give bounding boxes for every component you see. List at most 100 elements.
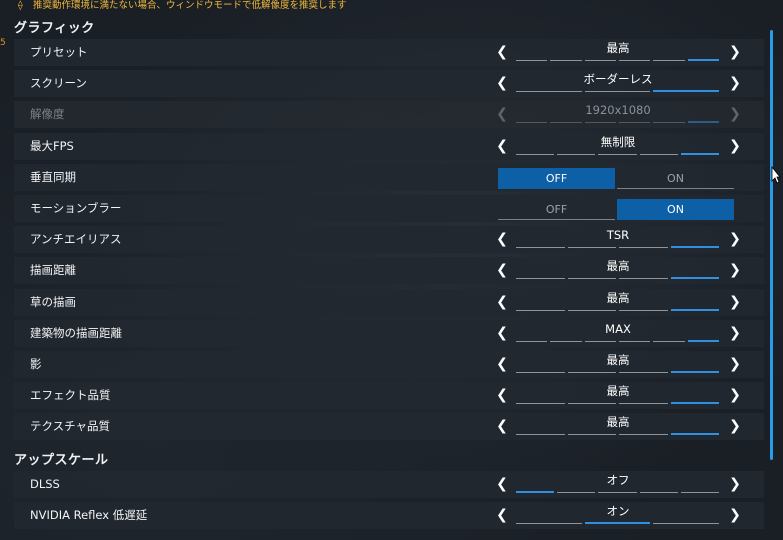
chevron-right-icon[interactable]: ❯: [725, 320, 745, 347]
level-segment: [619, 278, 668, 280]
edge-mark: 5: [0, 38, 6, 48]
setting-row[interactable]: DLSS ❮ オフ ❯: [14, 470, 764, 498]
level-segment: [516, 522, 582, 524]
setting-row[interactable]: アンチエイリアス ❮ TSR ❯: [14, 226, 764, 254]
level-segment: [550, 60, 582, 61]
setting-label: NVIDIA Reflex 低遅延: [30, 507, 148, 522]
level-indicator: [516, 490, 720, 493]
chevron-right-icon[interactable]: ❯: [725, 39, 745, 66]
setting-row: 解像度 ❮ 1920x1080 ❯: [14, 101, 764, 129]
chevron-left-icon[interactable]: ❮: [492, 502, 512, 529]
setting-label: テクスチャ品質: [30, 419, 111, 434]
level-segment: [653, 122, 685, 124]
setting-label: プリセット: [30, 45, 88, 59]
level-segment: [516, 403, 565, 405]
setting-row[interactable]: 草の描画 ❮ 最高 ❯: [14, 288, 764, 316]
level-segment: [567, 372, 616, 373]
level-segment: [567, 434, 616, 436]
level-segment: [516, 490, 555, 493]
setting-row[interactable]: モーションブラー OFF ON: [14, 195, 764, 222]
level-indicator: [516, 339, 719, 342]
chevron-left-icon[interactable]: ❮: [492, 382, 512, 409]
setting-value: オン: [606, 503, 630, 518]
chevron-right-icon[interactable]: ❯: [725, 70, 745, 97]
setting-label: 描画距離: [30, 263, 76, 278]
toggle-off-button[interactable]: OFF: [498, 167, 615, 189]
chevron-right-icon[interactable]: ❯: [725, 382, 745, 409]
chevron-right-icon[interactable]: ❯: [725, 133, 745, 160]
setting-value: 1920x1080: [585, 103, 651, 118]
level-segment: [670, 371, 719, 373]
level-segment: [653, 522, 720, 524]
recommendation-warning: ⟠ 推奨動作環境に満たない場合、ウィンドウモードで低解像度を推奨します: [18, 0, 347, 12]
chevron-left-icon[interactable]: ❮: [492, 257, 512, 284]
level-indicator: [516, 371, 719, 373]
level-segment: [618, 122, 651, 124]
scrollbar[interactable]: [770, 30, 773, 460]
level-segment: [557, 491, 596, 493]
chevron-left-icon[interactable]: ❮: [492, 133, 512, 160]
chevron-right-icon[interactable]: ❯: [725, 289, 745, 316]
level-segment: [598, 491, 637, 493]
setting-row[interactable]: 影 ❮ 最高 ❯: [14, 351, 764, 378]
setting-row[interactable]: エフェクト品質 ❮ 最高 ❯: [14, 382, 764, 410]
setting-label: 影: [30, 357, 42, 371]
setting-row[interactable]: スクリーン ❮ ボーダーレス ❯: [14, 70, 764, 98]
setting-row[interactable]: 最大FPS ❮ 無制限 ❯: [14, 132, 764, 160]
setting-row[interactable]: 垂直同期 OFF ON: [14, 163, 764, 191]
chevron-right-icon[interactable]: ❯: [725, 351, 745, 378]
chevron-right-icon[interactable]: ❯: [725, 257, 745, 284]
setting-value: MAX: [605, 321, 631, 336]
chevron-left-icon[interactable]: ❮: [492, 320, 512, 347]
chevron-right-icon[interactable]: ❯: [725, 226, 745, 253]
level-segment: [639, 491, 678, 493]
setting-row[interactable]: 描画距離 ❮ 最高 ❯: [14, 257, 764, 285]
chevron-left-icon[interactable]: ❮: [492, 351, 512, 378]
level-segment: [687, 121, 719, 124]
level-segment: [618, 60, 651, 61]
level-segment: [670, 308, 719, 311]
setting-row[interactable]: 建築物の描画距離 ❮ MAX ❯: [14, 319, 764, 347]
level-segment: [550, 122, 582, 124]
toggle-on-button[interactable]: ON: [617, 199, 734, 220]
level-segment: [567, 403, 616, 405]
level-segment: [619, 309, 668, 311]
level-indicator: [516, 246, 719, 249]
chevron-left-icon[interactable]: ❮: [492, 226, 512, 253]
setting-row[interactable]: プリセット ❮ 最高 ❯: [14, 39, 764, 66]
chevron-right-icon[interactable]: ❯: [725, 502, 745, 529]
level-segment: [598, 153, 637, 155]
level-segment: [557, 153, 596, 155]
setting-label: 草の描画: [30, 294, 76, 309]
chevron-left-icon[interactable]: ❮: [492, 70, 512, 97]
level-segment: [584, 122, 616, 124]
setting-row[interactable]: NVIDIA Reflex 低遅延 ❮ オン ❯: [14, 501, 764, 529]
level-segment: [584, 91, 651, 93]
chevron-right-icon[interactable]: ❯: [725, 413, 745, 440]
setting-label: スクリーン: [30, 76, 87, 91]
toggle-on-button[interactable]: ON: [617, 168, 734, 189]
level-indicator: [516, 521, 720, 524]
level-segment: [550, 340, 582, 342]
level-indicator: [516, 59, 719, 61]
setting-value: ボーダーレス: [583, 72, 653, 87]
chevron-left-icon[interactable]: ❮: [492, 289, 512, 316]
setting-row[interactable]: テクスチャ品質 ❮ 最高 ❯: [14, 413, 764, 441]
chevron-right-icon[interactable]: ❯: [725, 471, 745, 498]
level-segment: [670, 433, 719, 436]
setting-label: 建築物の描画距離: [30, 325, 122, 340]
chevron-left-icon[interactable]: ❮: [492, 413, 512, 440]
level-segment: [619, 372, 668, 373]
chevron-left-icon[interactable]: ❮: [492, 471, 512, 498]
setting-value: 最高: [606, 353, 630, 367]
level-segment: [567, 247, 616, 249]
level-indicator: [516, 433, 719, 436]
section-title: グラフィック: [14, 21, 95, 36]
setting-value: TSR: [606, 228, 630, 243]
chevron-left-icon[interactable]: ❮: [492, 39, 512, 66]
toggle-off-button[interactable]: OFF: [498, 199, 615, 220]
setting-label: 最大FPS: [30, 138, 74, 153]
level-indicator: [516, 308, 719, 311]
level-segment: [584, 521, 651, 524]
level-segment: [567, 309, 616, 311]
